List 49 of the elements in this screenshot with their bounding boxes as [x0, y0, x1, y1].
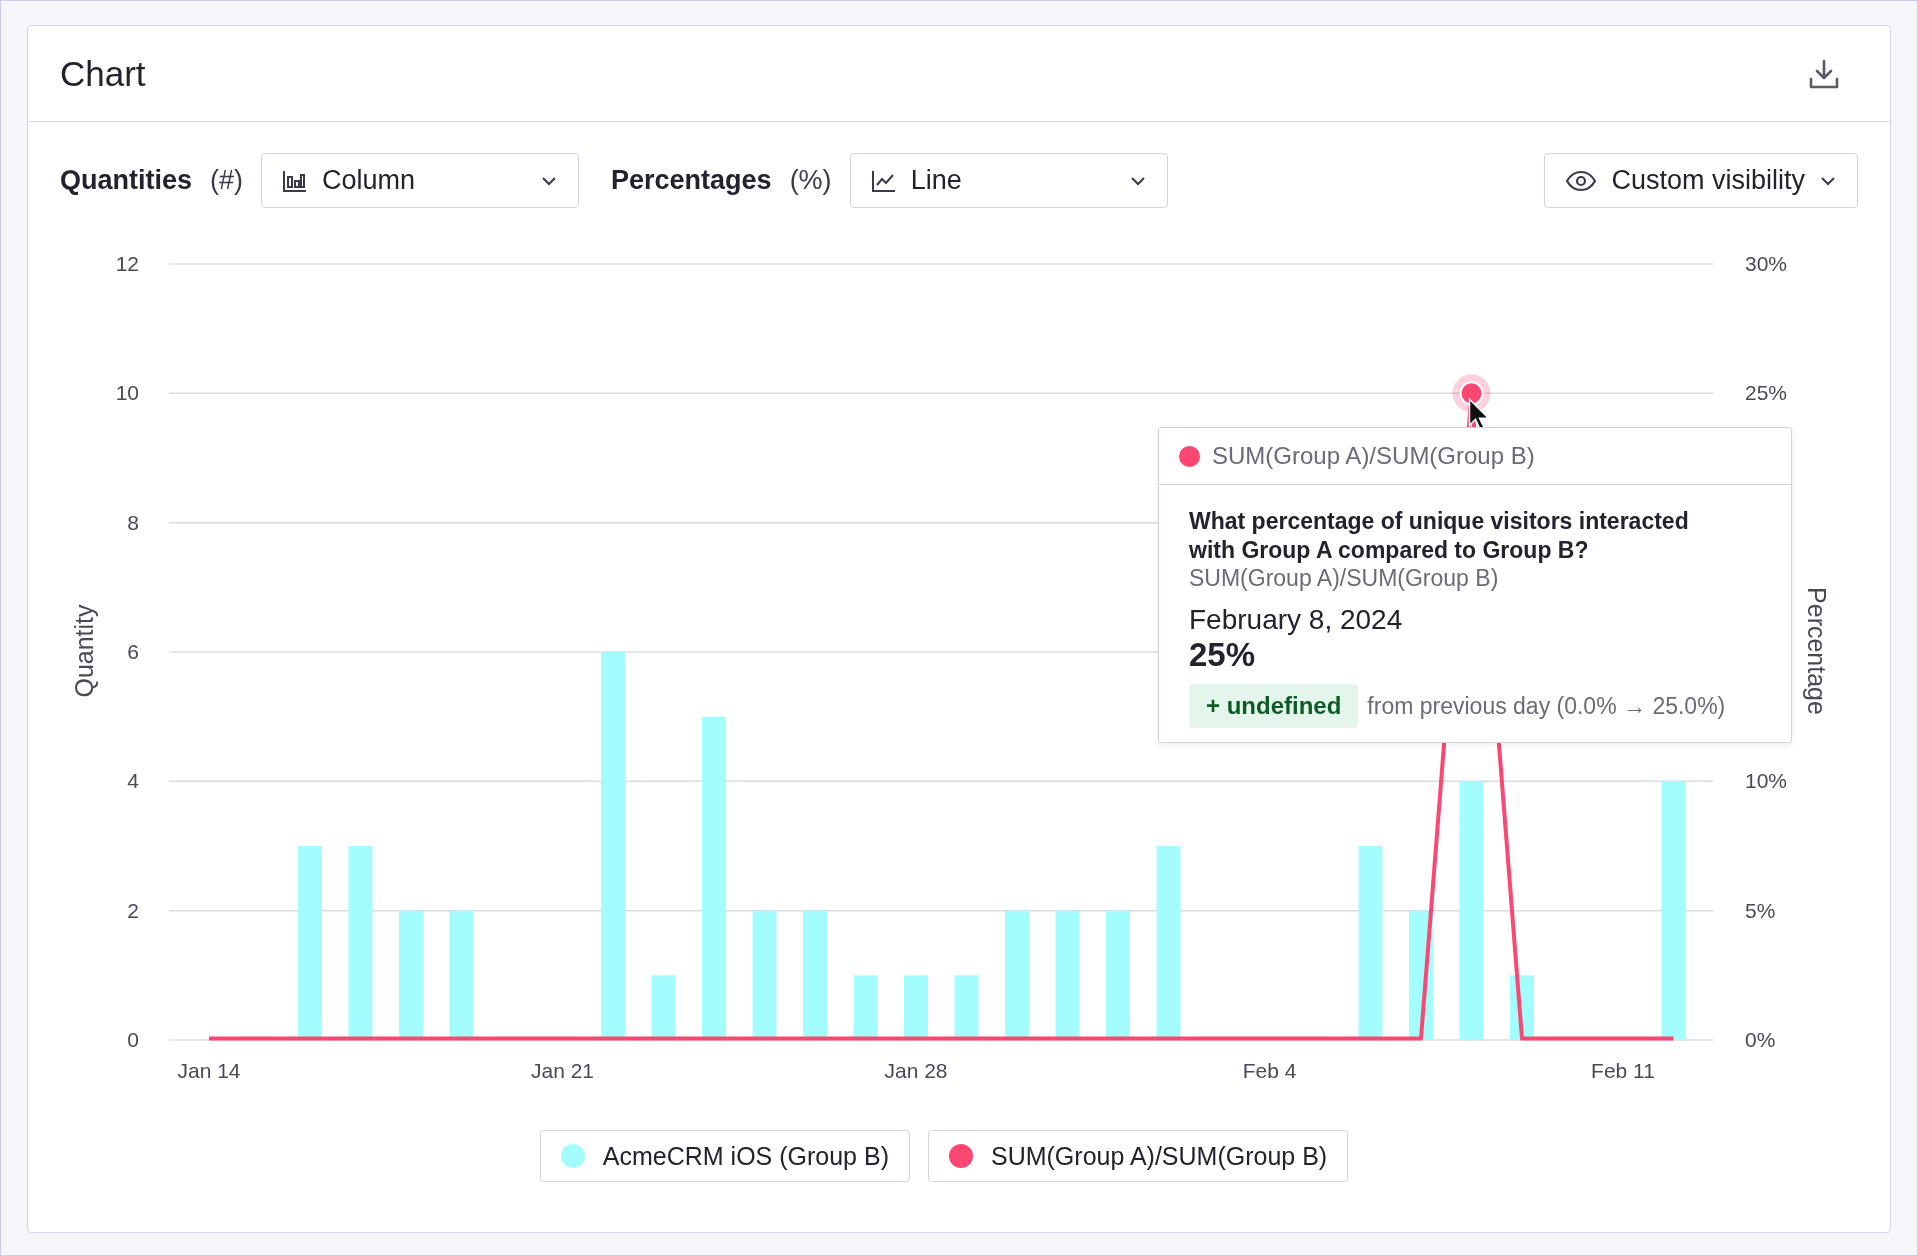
axis-title: Quantity	[70, 604, 98, 698]
chevron-down-icon	[1819, 174, 1837, 187]
unit-label: (%)	[789, 165, 832, 196]
download-icon	[1808, 57, 1840, 90]
y-axis-label: 0%	[1745, 1028, 1776, 1051]
y-axis-label: 10	[115, 381, 139, 405]
visibility-dropdown[interactable]: Custom visibility	[1544, 153, 1858, 208]
question-title: What percentage of unique visitors interacted with Group A compared to Group B?	[1189, 507, 1690, 565]
legend-item[interactable]: SUM(Group A)/SUM(Group B)	[928, 1130, 1349, 1182]
highlighted-point[interactable]	[1452, 374, 1491, 413]
y-axis-label: 10%	[1745, 769, 1788, 793]
date-text: February 8, 2024	[1189, 604, 1404, 636]
series-name: SUM(Group A)/SUM(Group B)	[1212, 442, 1535, 470]
y-axis-label: 2	[127, 898, 139, 922]
card-title: Chart	[60, 53, 146, 94]
y-axis-label: 5%	[1745, 898, 1776, 922]
y-axis-label: 8	[127, 510, 139, 534]
unit-label: (#)	[210, 165, 244, 196]
y-axis-label: 12	[115, 252, 139, 275]
chart-bar	[651, 975, 676, 1040]
chart-bar	[904, 975, 928, 1040]
x-axis-label: Feb 4	[1242, 1059, 1297, 1082]
control-label: Quantities	[60, 165, 193, 196]
download-button[interactable]	[1808, 57, 1840, 90]
y-axis-label: 6	[127, 640, 139, 663]
chart-bar	[954, 975, 979, 1040]
y-axis-label: 30%	[1745, 252, 1788, 275]
change-text: from previous day (0.0% → 25.0%)	[1367, 692, 1726, 720]
line-chart-icon	[870, 168, 897, 193]
chevron-down-icon	[1128, 174, 1147, 187]
chart-bar	[853, 975, 878, 1040]
y-axis-label: 25%	[1745, 381, 1788, 405]
eye-icon	[1565, 168, 1598, 193]
x-axis-label: Jan 21	[530, 1059, 595, 1082]
control-label: Percentages	[611, 165, 772, 196]
change-badge: + undefined	[1189, 684, 1359, 728]
chevron-down-icon	[540, 174, 559, 187]
x-axis-label: Jan 14	[177, 1059, 241, 1082]
chart-type-dropdown[interactable]: Line	[849, 153, 1168, 208]
value-text: 25%	[1189, 636, 1257, 674]
y-axis-label: 4	[127, 769, 139, 793]
chart-type-dropdown[interactable]: Column	[261, 153, 580, 208]
formula-text: SUM(Group A)/SUM(Group B)	[1189, 565, 1500, 592]
x-axis-label: Jan 28	[884, 1059, 948, 1082]
x-axis-label: Feb 11	[1591, 1059, 1655, 1082]
column-chart-icon	[282, 168, 309, 193]
legend-item[interactable]: AcmeCRM iOS (Group B)	[539, 1130, 910, 1182]
axis-title: Percentage	[1803, 587, 1831, 715]
y-axis-label: 0	[127, 1028, 139, 1051]
